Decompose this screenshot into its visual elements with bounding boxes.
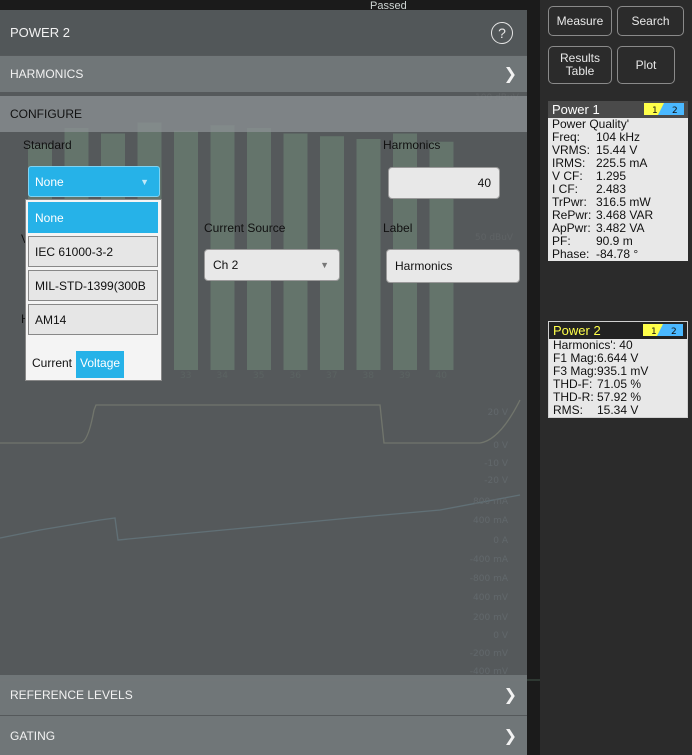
panel-title: POWER 2: [10, 25, 70, 40]
label-label: Label: [383, 221, 413, 235]
power2-rows: F1 Mag: 6.644 V F3 Mag: 935.1 mV THD-F: 71.05…: [549, 352, 687, 417]
power1-header: Power 1 12: [548, 101, 688, 118]
section-reference-levels[interactable]: REFERENCE LEVELS ❯: [0, 675, 527, 715]
current-source-value: Ch 2: [213, 258, 239, 272]
power1-row-key: Phase:: [552, 247, 590, 261]
chevron-right-icon: ❯: [503, 66, 517, 83]
harmonics-count-input[interactable]: 40: [388, 167, 500, 199]
standard-option-mil-std[interactable]: MIL-STD-1399(300B: [28, 270, 158, 301]
power2-config-panel: POWER 2 ? HARMONICS ❯ CONFIGURE Standard…: [0, 10, 527, 755]
section-configure[interactable]: CONFIGURE: [0, 96, 527, 132]
section-reference-levels-label: REFERENCE LEVELS: [10, 688, 133, 702]
svg-text:2: 2: [671, 327, 677, 336]
svg-text:1: 1: [652, 106, 658, 115]
section-configure-label: CONFIGURE: [10, 107, 82, 121]
dropdown-arrow-icon: ▼: [140, 176, 149, 187]
power2-row-key: RMS:: [553, 403, 583, 417]
dropdown-arrow-icon: ▼: [320, 260, 329, 270]
power2-row: RMS: 15.34 V: [549, 404, 687, 417]
harmonics-label: Harmonics: [383, 138, 441, 152]
power1-badge[interactable]: Power 1 12 Power Quality' Freq: 104 kHz VR…: [548, 101, 688, 261]
standard-option-am14[interactable]: AM14: [28, 304, 158, 335]
svg-text:2: 2: [672, 106, 678, 115]
toggle-current[interactable]: Current: [28, 351, 77, 378]
power2-row-value: 15.34 V: [597, 403, 639, 417]
power1-row-value: -84.78 °: [596, 247, 639, 261]
svg-text:1: 1: [651, 327, 657, 336]
power1-rows: Freq: 104 kHz VRMS: 15.44 V IRMS: 225.5 mA V C…: [548, 131, 688, 261]
chevron-right-icon: ❯: [503, 727, 517, 745]
power1-row: Phase: -84.78 °: [548, 248, 688, 261]
section-harmonics[interactable]: HARMONICS ❯: [0, 56, 527, 92]
measure-button[interactable]: Measure: [548, 6, 612, 36]
plot-button[interactable]: Plot: [617, 46, 675, 84]
power1-title: Power 1: [552, 102, 600, 117]
standard-option-iec[interactable]: IEC 61000-3-2: [28, 236, 158, 267]
channel-tag-icon: 12: [644, 103, 684, 115]
results-table-button[interactable]: Results Table: [548, 46, 612, 84]
chevron-right-icon: ❯: [503, 687, 517, 704]
current-voltage-toggle: Current Voltage: [28, 351, 125, 378]
standard-value: None: [35, 174, 64, 189]
section-harmonics-label: HARMONICS: [10, 67, 84, 81]
section-gating-label: GATING: [10, 728, 56, 743]
power2-badge[interactable]: Power 2 12 Harmonics': 40 F1 Mag: 6.644 V…: [548, 321, 688, 418]
standard-label: Standard: [23, 138, 72, 152]
section-gating[interactable]: GATING ❯: [0, 716, 527, 755]
toggle-voltage[interactable]: Voltage: [76, 351, 125, 378]
label-input[interactable]: Harmonics: [386, 249, 520, 283]
help-icon[interactable]: ?: [491, 22, 513, 44]
power2-header: Power 2 12: [549, 322, 687, 339]
channel-tag-icon: 12: [643, 324, 683, 336]
current-source-label: Current Source: [204, 221, 286, 235]
panel-title-bar: POWER 2 ?: [0, 10, 527, 55]
search-button[interactable]: Search: [617, 6, 684, 36]
standard-dropdown[interactable]: None ▼: [28, 166, 160, 197]
current-source-dropdown[interactable]: Ch 2 ▼: [204, 249, 340, 281]
power2-title: Power 2: [553, 323, 601, 338]
standard-option-none[interactable]: None: [28, 202, 158, 233]
